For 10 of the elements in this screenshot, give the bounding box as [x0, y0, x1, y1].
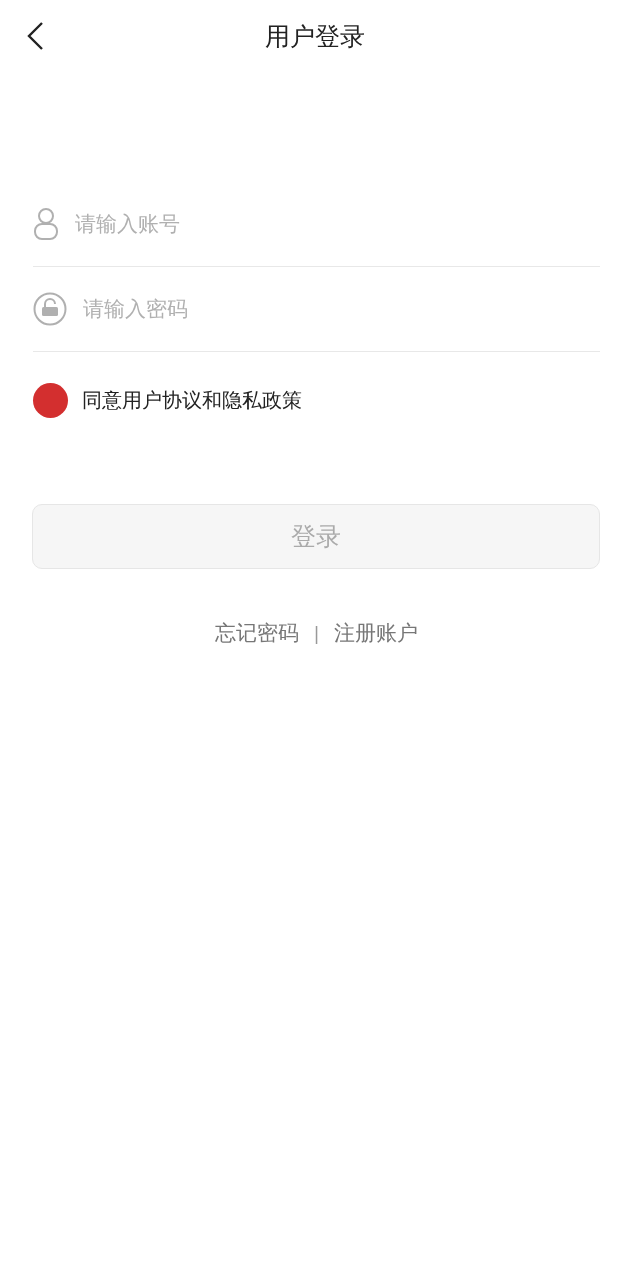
page-title: 用户登录 — [264, 20, 366, 53]
user-icon — [33, 207, 59, 241]
lock-icon — [33, 292, 67, 326]
separator: | — [313, 622, 320, 644]
account-field[interactable]: 请输入账号 — [75, 206, 600, 242]
password-field[interactable]: 请输入密码 — [83, 291, 600, 327]
forgot-password-link[interactable]: 忘记密码 — [215, 619, 300, 647]
agreement-text: 同意用户协议和隐私政策 — [82, 386, 302, 414]
agree-checkbox[interactable] — [33, 382, 68, 418]
register-link[interactable]: 注册账户 — [333, 619, 418, 647]
